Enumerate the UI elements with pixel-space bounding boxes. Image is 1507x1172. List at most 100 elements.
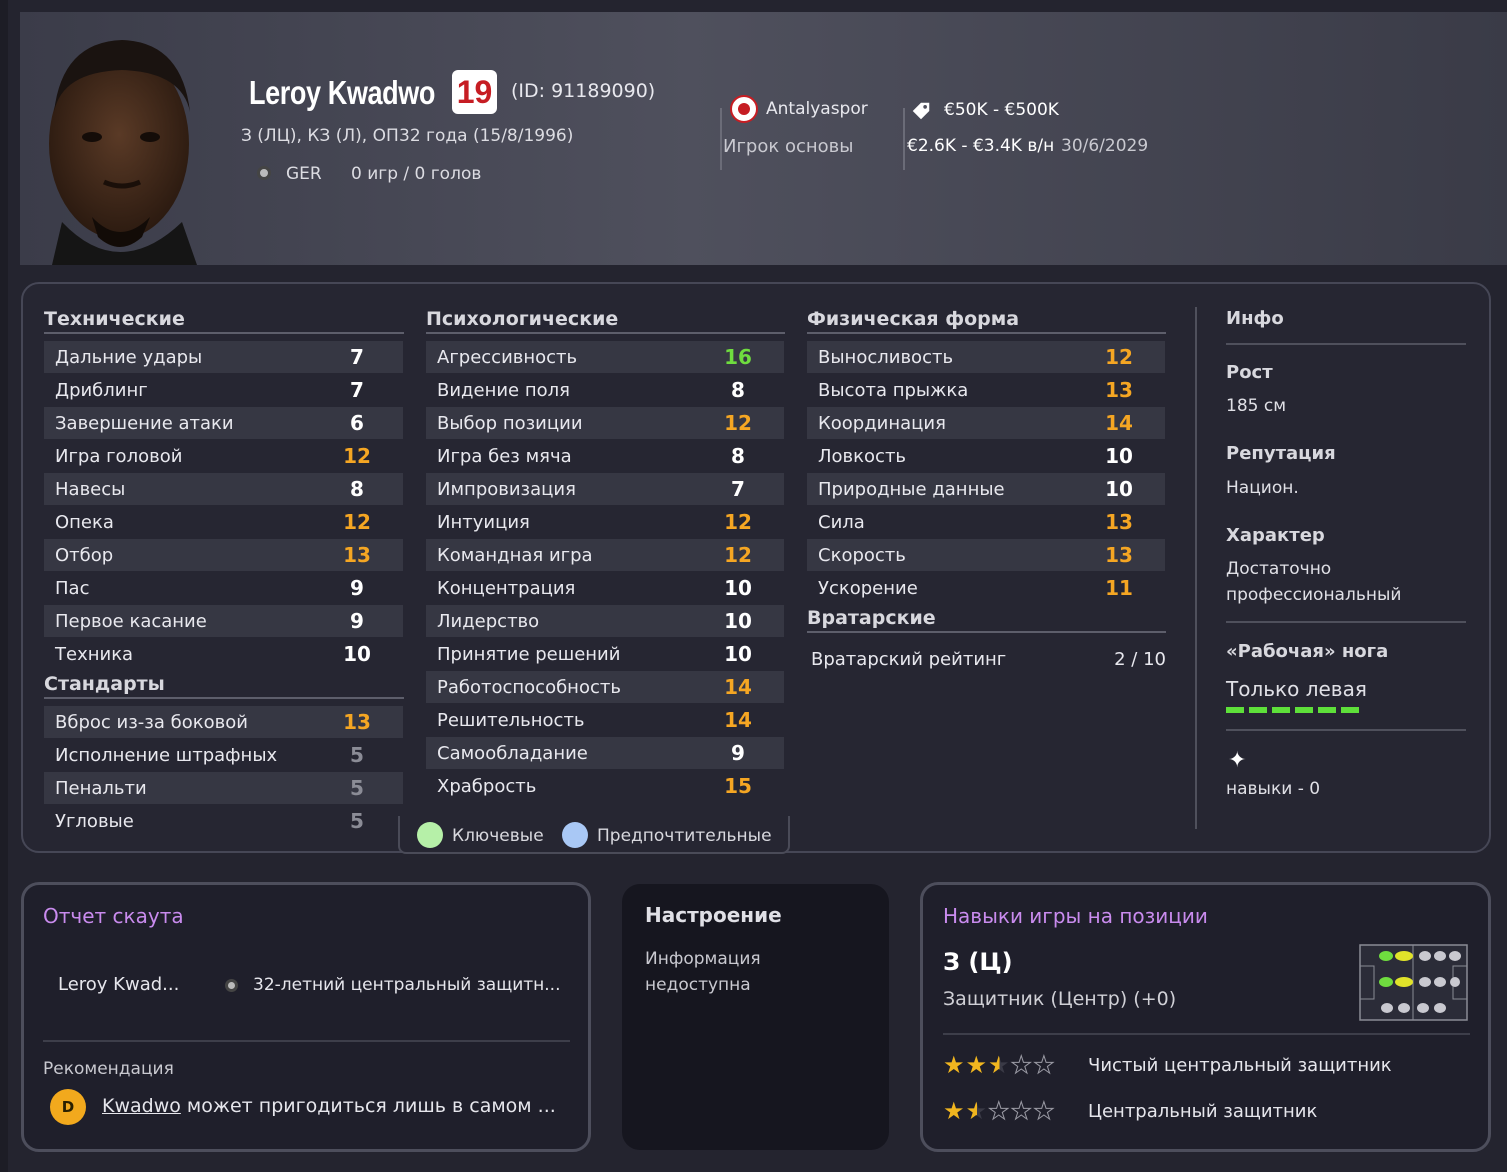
attribute-row[interactable]: Вброс из-за боковой 13 [44,706,403,738]
attribute-row[interactable]: Импровизация 7 [426,473,784,505]
attribute-label: Храбрость [437,775,537,797]
recommendation-player-link[interactable]: Kwadwo [102,1095,181,1117]
attribute-row[interactable]: Дриблинг 7 [44,374,403,406]
role-name[interactable]: Центральный защитник [1088,1101,1317,1122]
star-icon: ★ [1033,1051,1056,1080]
attribute-label: Завершение атаки [55,412,234,434]
position-skills-title[interactable]: Навыки игры на позиции [943,904,1208,928]
role-star-rating: ★★★★★ [943,1051,1056,1080]
attribute-label: Навесы [55,478,126,500]
attribute-value: 13 [1105,543,1133,567]
attribute-row[interactable]: Навесы 8 [44,473,403,505]
attribute-row[interactable]: Опека 12 [44,506,403,538]
attribute-value: 12 [1105,345,1133,369]
character-value-line1: Достаточно [1226,559,1332,579]
attribute-row[interactable]: Скорость 13 [807,539,1165,571]
attribute-label: Сила [818,511,865,533]
scout-divider [43,1040,570,1042]
star-icon: ★ [988,1097,1011,1126]
attribute-row[interactable]: Выбор позиции 12 [426,407,784,439]
pitch-position-icon[interactable] [1359,944,1468,1021]
attribute-row[interactable]: Концентрация 10 [426,572,784,604]
attribute-row[interactable]: Принятие решений 10 [426,638,784,670]
attribute-label: Дальние удары [55,346,203,368]
attribute-row[interactable]: Дальние удары 7 [44,341,403,373]
scout-report-title[interactable]: Отчет скаута [43,904,184,928]
attribute-row[interactable]: Видение поля 8 [426,374,784,406]
attribute-row[interactable]: Сила 13 [807,506,1165,538]
attribute-row[interactable]: Агрессивность 16 [426,341,784,373]
attribute-row[interactable]: Самообладание 9 [426,737,784,769]
left-edge-strip [0,0,8,1172]
goalkeeper-rating-label: Вратарский рейтинг [811,648,1007,670]
goalkeeper-rating-row: Вратарский рейтинг 2 / 10 [807,643,1166,675]
attribute-label: Командная игра [437,544,593,566]
attribute-row[interactable]: Ускорение 11 [807,572,1165,604]
position-description: Защитник (Центр) (+0) [943,988,1177,1010]
attribute-label: Выносливость [818,346,954,368]
attribute-row[interactable]: Завершение атаки 6 [44,407,403,439]
star-icon: ★ [1010,1097,1034,1126]
legend-key[interactable]: Ключевые [452,826,544,846]
attribute-row[interactable]: Отбор 13 [44,539,403,571]
attribute-value: 10 [724,609,752,633]
role-name[interactable]: Чистый центральный защитник [1088,1055,1392,1076]
physical-title: Физическая форма [807,308,1166,334]
attribute-row[interactable]: Исполнение штрафных 5 [44,739,403,771]
attribute-value: 14 [1105,411,1133,435]
attribute-value: 15 [724,774,752,798]
attribute-label: Ловкость [818,445,907,467]
attribute-label: Опека [55,511,114,533]
attribute-label: Выбор позиции [437,412,583,434]
attribute-row[interactable]: Техника 10 [44,638,403,670]
attribute-value: 12 [724,510,752,534]
price-tag-icon [912,102,930,120]
player-nation[interactable]: GER [286,164,322,184]
nation-flag-icon [225,979,238,992]
attribute-row[interactable]: Пас 9 [44,572,403,604]
attribute-label: Первое касание [55,610,207,632]
player-name: Leroy Kwadwo [249,74,436,111]
character-label: Характер [1226,525,1325,546]
attribute-value: 8 [731,444,745,468]
info-title: Инфо [1226,308,1284,329]
attribute-value: 13 [1105,510,1133,534]
club-logo-icon[interactable] [730,95,758,123]
attribute-legend: Ключевые Предпочтительные [398,816,790,854]
attribute-row[interactable]: Командная игра 12 [426,539,784,571]
legend-preferred[interactable]: Предпочтительные [597,826,772,846]
attribute-row[interactable]: Решительность 14 [426,704,784,736]
attribute-value: 7 [350,345,364,369]
attribute-label: Работоспособность [437,676,621,698]
attribute-row[interactable]: Игра без мяча 8 [426,440,784,472]
attribute-row[interactable]: Лидерство 10 [426,605,784,637]
star-icon: ★ [988,1051,1011,1079]
club-name[interactable]: Antalyaspor [766,99,868,119]
attribute-label: Лидерство [437,610,540,632]
attribute-label: Угловые [55,810,134,832]
attribute-row[interactable]: Ловкость 10 [807,440,1165,472]
attribute-row[interactable]: Координация 14 [807,407,1165,439]
skills-count[interactable]: навыки - 0 [1226,779,1320,799]
attribute-row[interactable]: Высота прыжка 13 [807,374,1165,406]
attribute-value: 14 [724,708,752,732]
attribute-row[interactable]: Выносливость 12 [807,341,1165,373]
attribute-row[interactable]: Природные данные 10 [807,473,1165,505]
attribute-row[interactable]: Игра головой 12 [44,440,403,472]
technical-title: Технические [44,308,404,334]
sparkle-icon: ✦ [1228,748,1247,773]
scout-player-name[interactable]: Leroy Kwad... [58,974,179,995]
attribute-row[interactable]: Храбрость 15 [426,770,784,802]
attribute-row[interactable]: Первое касание 9 [44,605,403,637]
position-skills-divider [943,1033,1470,1035]
attribute-value: 5 [350,743,364,767]
attribute-row[interactable]: Угловые 5 [44,805,403,837]
position-code: З (Ц) [943,948,1013,976]
attribute-label: Игра головой [55,445,183,467]
attribute-value: 9 [731,741,745,765]
info-divider-line [1226,621,1466,623]
attribute-row[interactable]: Работоспособность 14 [426,671,784,703]
attribute-row[interactable]: Пенальти 5 [44,772,403,804]
player-games: 0 игр / 0 голов [351,164,482,184]
attribute-row[interactable]: Интуиция 12 [426,506,784,538]
